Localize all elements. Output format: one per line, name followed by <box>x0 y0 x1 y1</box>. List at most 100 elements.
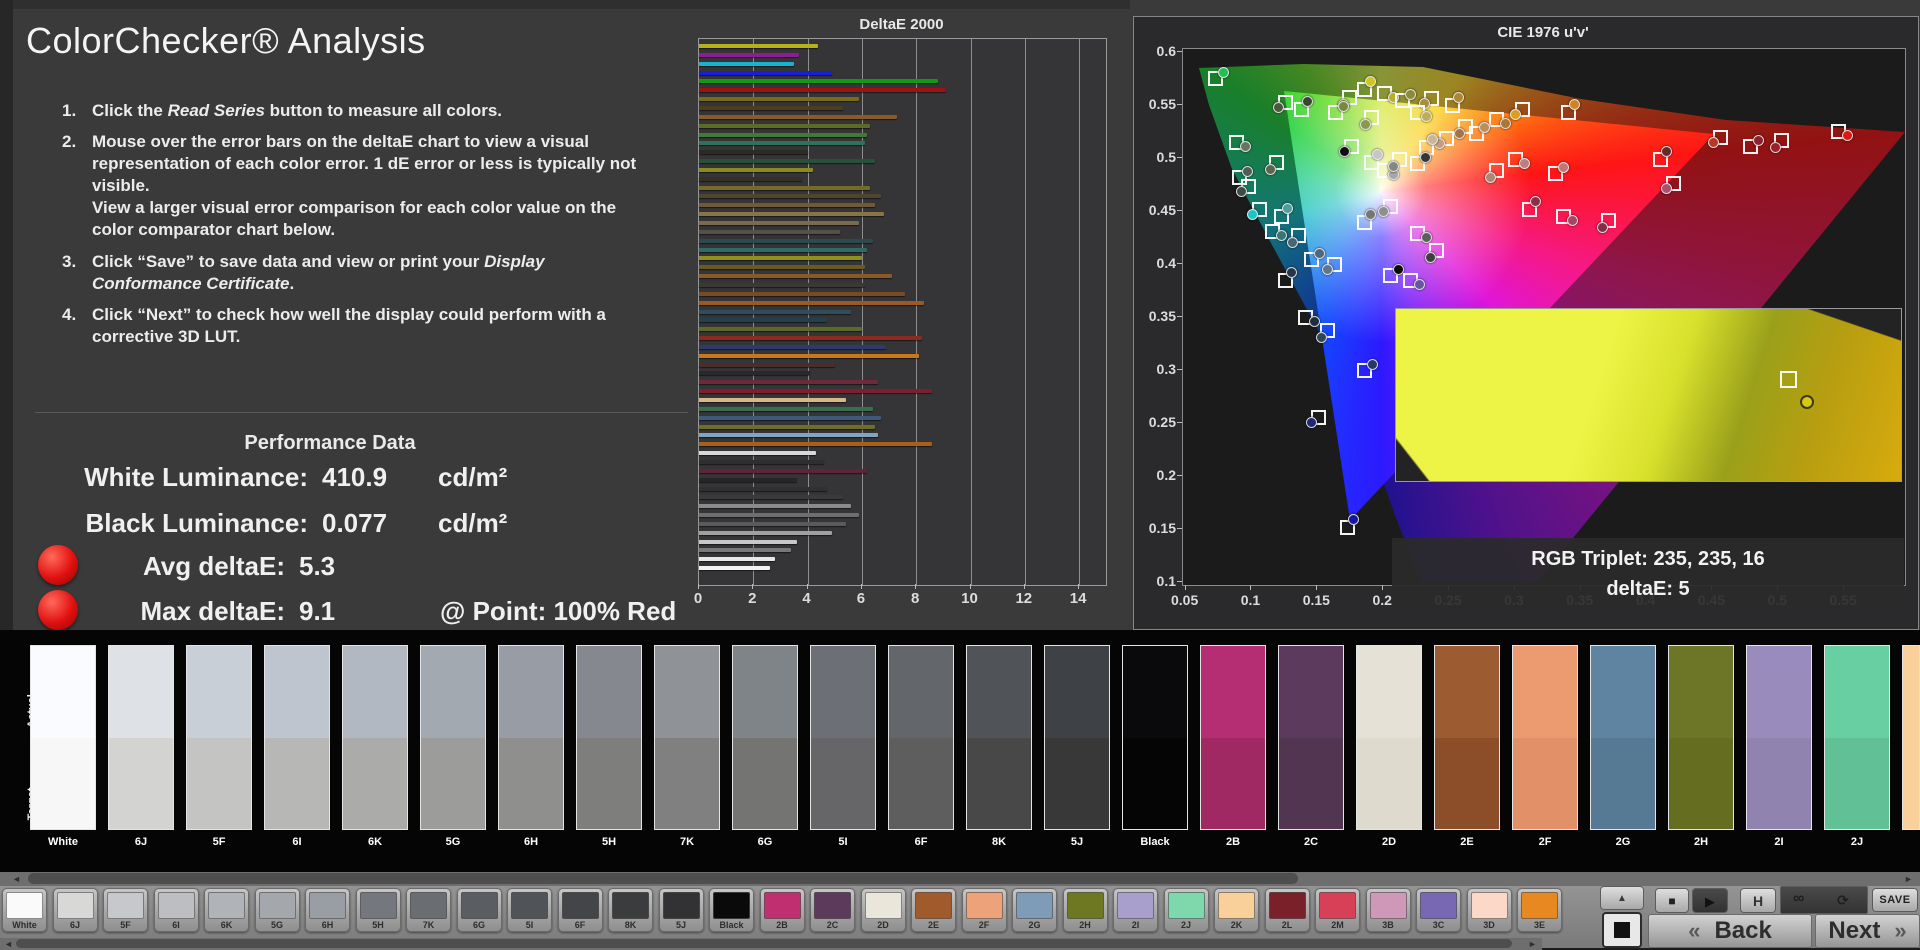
comparator-column[interactable] <box>1122 645 1188 830</box>
scrollbar-thumb[interactable] <box>28 873 1298 884</box>
deltae-error-bar[interactable] <box>699 557 776 562</box>
measured-point-marker[interactable] <box>1236 186 1248 198</box>
deltae-error-bar[interactable] <box>699 371 811 376</box>
toolbar-scrollbar-top[interactable]: ◄ ► <box>0 872 1920 886</box>
patch-button-3B[interactable]: 3B <box>1365 888 1411 932</box>
patch-button-2G[interactable]: 2G <box>1012 888 1057 932</box>
pattern-h-button[interactable]: H <box>1740 888 1776 913</box>
deltae-error-bar[interactable] <box>699 539 797 544</box>
measured-point-marker[interactable] <box>1661 145 1673 157</box>
deltae-error-bar[interactable] <box>699 167 814 172</box>
scroll-right-icon[interactable]: ► <box>1528 939 1537 949</box>
save-button[interactable]: SAVE <box>1872 888 1918 912</box>
comparator-column[interactable] <box>30 645 96 830</box>
measured-point-marker[interactable] <box>1454 127 1466 139</box>
deltae-error-bar[interactable] <box>699 336 922 341</box>
patch-button-5F[interactable]: 5F <box>103 888 148 932</box>
deltae-error-bar[interactable] <box>699 212 884 217</box>
measured-point-marker[interactable] <box>1519 157 1531 169</box>
measured-point-marker[interactable] <box>1420 231 1432 243</box>
comparator-column[interactable] <box>264 645 330 830</box>
deltae-error-bar[interactable] <box>699 52 800 57</box>
measured-point-marker[interactable] <box>1566 214 1578 226</box>
comparator-column[interactable] <box>108 645 174 830</box>
comparator-column[interactable] <box>1668 645 1734 830</box>
comparator-column[interactable] <box>732 645 798 830</box>
patch-button-6H[interactable]: 6H <box>305 888 350 932</box>
deltae-error-bar[interactable] <box>699 451 816 456</box>
measured-point-marker[interactable] <box>1569 98 1581 110</box>
comparator-column[interactable] <box>966 645 1032 830</box>
deltae-error-bar[interactable] <box>699 61 795 66</box>
patch-button-2E[interactable]: 2E <box>911 888 956 932</box>
deltae-error-bar[interactable] <box>699 477 797 482</box>
patch-button-White[interactable]: White <box>2 888 47 932</box>
deltae-error-bar[interactable] <box>699 123 871 128</box>
patch-button-6F[interactable]: 6F <box>557 888 603 932</box>
comparator-column[interactable] <box>498 645 564 830</box>
scroll-left-icon[interactable]: ◄ <box>12 874 21 884</box>
deltae-error-bar[interactable] <box>699 389 933 394</box>
measured-point-marker[interactable] <box>1529 196 1541 208</box>
measured-point-marker[interactable] <box>1264 163 1276 175</box>
deltae-error-bar[interactable] <box>699 566 770 571</box>
measured-point-marker[interactable] <box>1478 122 1490 134</box>
measured-point-marker[interactable] <box>1499 118 1511 130</box>
patch-button-2J[interactable]: 2J <box>1163 888 1209 932</box>
patch-button-5H[interactable]: 5H <box>355 888 401 932</box>
patch-button-2D[interactable]: 2D <box>860 888 906 932</box>
measured-point-marker[interactable] <box>1425 251 1437 263</box>
patch-button-2B[interactable]: 2B <box>759 888 805 932</box>
comparator-column[interactable] <box>1044 645 1110 830</box>
deltae-error-bar[interactable] <box>699 495 843 500</box>
read-series-button[interactable]: ▶ <box>1692 888 1728 913</box>
patch-button-2L[interactable]: 2L <box>1264 888 1310 932</box>
scroll-left-icon[interactable]: ◄ <box>4 939 13 949</box>
patch-button-3C[interactable]: 3C <box>1416 888 1461 932</box>
measured-point-marker[interactable] <box>1275 229 1287 241</box>
measured-point-marker[interactable] <box>1347 514 1359 526</box>
deltae-error-bar[interactable] <box>699 353 919 358</box>
measured-point-marker[interactable] <box>1842 130 1854 142</box>
deltae-error-bar[interactable] <box>699 513 860 518</box>
comparator-column[interactable] <box>342 645 408 830</box>
toolbar-scrollbar-bottom[interactable]: ◄ ► <box>0 938 1542 950</box>
patch-button-7K[interactable]: 7K <box>406 888 451 932</box>
measured-point-marker[interactable] <box>1596 221 1608 233</box>
measured-point-marker[interactable] <box>1338 145 1350 157</box>
deltae-error-bar[interactable] <box>699 362 835 367</box>
continuous-read-icon[interactable]: ∞ <box>1793 890 1804 908</box>
scroll-right-icon[interactable]: ► <box>1904 874 1913 884</box>
measured-point-marker[interactable] <box>1453 91 1465 103</box>
deltae-error-bar[interactable] <box>699 398 846 402</box>
deltae-error-bar[interactable] <box>699 300 925 305</box>
deltae-error-bar[interactable] <box>699 141 865 146</box>
measured-point-marker[interactable] <box>1301 95 1313 107</box>
patch-button-2F[interactable]: 2F <box>961 888 1007 932</box>
deltae-error-bar[interactable] <box>699 415 881 420</box>
pattern-window-button[interactable] <box>1602 912 1642 948</box>
measured-point-marker[interactable] <box>1364 75 1376 87</box>
deltae-error-bar[interactable] <box>699 79 938 84</box>
deltae-error-bar[interactable] <box>699 176 803 181</box>
deltae-error-bar[interactable] <box>699 203 876 208</box>
patch-button-5G[interactable]: 5G <box>254 888 300 932</box>
measured-point-marker[interactable] <box>1281 202 1293 214</box>
comparator-column[interactable] <box>186 645 252 830</box>
deltae-error-bar[interactable] <box>699 442 933 447</box>
deltae-error-bar[interactable] <box>699 521 846 526</box>
deltae-error-bar[interactable] <box>699 265 865 270</box>
deltae-error-bar[interactable] <box>699 70 833 75</box>
deltae-error-bar[interactable] <box>699 459 824 464</box>
deltae-error-bar[interactable] <box>699 185 871 190</box>
comparator-column[interactable] <box>1512 645 1578 830</box>
comparator-column[interactable] <box>1356 645 1422 830</box>
patch-button-5J[interactable]: 5J <box>658 888 704 932</box>
measured-point-marker[interactable] <box>1240 140 1252 152</box>
deltae-error-bar[interactable] <box>699 344 887 349</box>
patch-button-2I[interactable]: 2I <box>1113 888 1158 932</box>
patch-button-6J[interactable]: 6J <box>52 888 98 932</box>
deltae-error-bar[interactable] <box>699 468 868 473</box>
measured-point-marker[interactable] <box>1426 133 1438 145</box>
deltae-error-bar[interactable] <box>699 247 868 252</box>
